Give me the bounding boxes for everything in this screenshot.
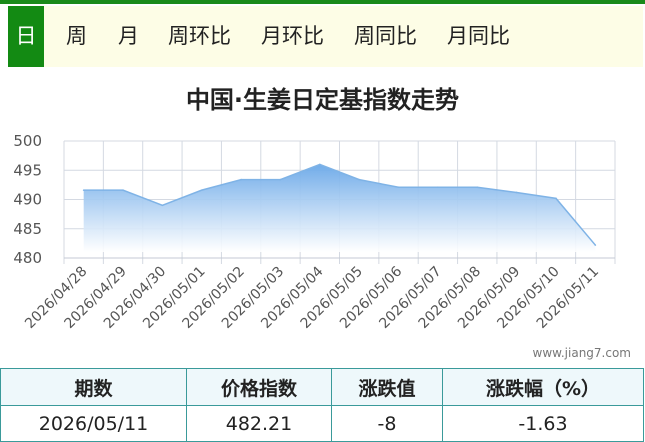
data-point — [437, 186, 439, 189]
data-point — [200, 189, 203, 191]
data-point — [555, 197, 557, 200]
header-period: 期数 — [0, 368, 187, 406]
data-point — [397, 186, 400, 189]
data-point — [319, 163, 321, 166]
header-change-percent: 涨跌幅（%） — [442, 368, 644, 406]
data-point — [279, 178, 282, 181]
header-price-index: 价格指数 — [186, 368, 332, 406]
data-point — [161, 204, 164, 207]
header-change-value: 涨跌值 — [331, 368, 443, 406]
y-tick-label: 485 — [13, 220, 42, 238]
index-area-chart: 480485490495500 2026/04/282026/04/292026… — [13, 132, 616, 332]
summary-table: 期数 价格指数 涨跌值 涨跌幅（%） 2026/05/11 482.21 -8 … — [0, 368, 644, 442]
y-tick-label: 490 — [13, 191, 42, 209]
cell-change-percent: -1.63 — [442, 405, 644, 442]
cell-change-value: -8 — [331, 405, 443, 442]
y-tick-label: 480 — [13, 249, 42, 267]
data-point — [122, 189, 124, 191]
y-tick-label: 500 — [13, 132, 42, 150]
table-row: 2026/05/11 482.21 -8 -1.63 — [0, 405, 644, 442]
data-point — [476, 186, 479, 189]
data-point — [240, 178, 242, 181]
cell-price-index: 482.21 — [186, 405, 332, 442]
y-tick-label: 495 — [13, 161, 42, 179]
watermark: www.jiang7.com — [532, 346, 631, 360]
data-point — [358, 178, 360, 181]
data-point — [82, 189, 85, 191]
series-area — [83, 164, 596, 252]
summary-header-row: 期数 价格指数 涨跌值 涨跌幅（%） — [0, 368, 644, 406]
data-point — [594, 244, 597, 246]
cell-period: 2026/05/11 — [0, 405, 187, 442]
data-point — [515, 191, 518, 194]
